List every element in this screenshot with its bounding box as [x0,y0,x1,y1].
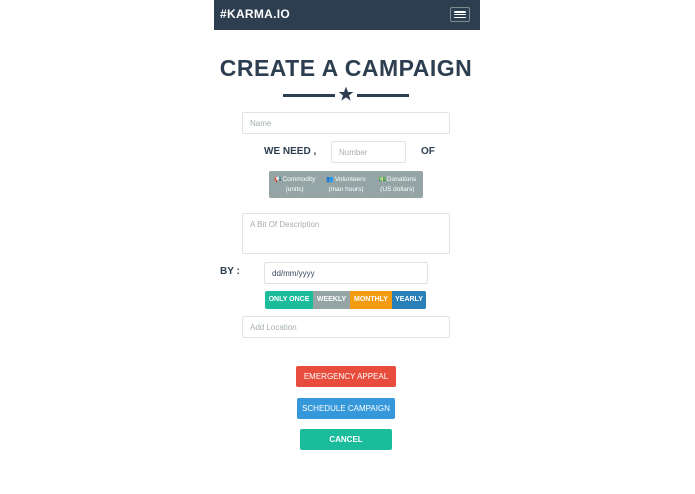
frequency-yearly-button[interactable]: YEARLY [392,291,426,309]
frequency-monthly-button[interactable]: MONTHLY [350,291,392,309]
description-textarea[interactable] [242,213,450,254]
date-input[interactable] [264,262,428,284]
navbar: #KARMA.IO [214,0,480,30]
frequency-weekly-button[interactable]: WEEKLY [313,291,350,309]
star-icon [338,86,354,101]
type-volunteers-button[interactable]: 👥Volunteers (man hours) [320,171,371,198]
page-title: CREATE A CAMPAIGN [219,55,473,81]
by-label: BY : [220,266,240,277]
megaphone-icon: 📢 [273,177,282,183]
money-icon: 💵 [378,177,386,183]
users-icon: 👥 [326,177,334,183]
title-divider [283,86,409,102]
number-input[interactable] [331,141,406,163]
schedule-campaign-button[interactable]: SCHEDULE CAMPAIGN [297,398,395,419]
type-donations-button[interactable]: 💵Donations (US dollars) [372,171,423,198]
frequency-only-once-button[interactable]: ONLY ONCE [265,291,313,309]
of-label: OF [421,146,435,157]
cancel-button[interactable]: CANCEL [300,429,392,450]
hamburger-menu-icon[interactable] [450,7,470,22]
divider-line-right [357,94,409,97]
brand-logo[interactable]: #KARMA.IO [220,7,290,21]
divider-line-left [283,94,335,97]
location-input[interactable] [242,316,450,338]
frequency-group: ONLY ONCE WEEKLY MONTHLY YEARLY [265,291,426,309]
page: #KARMA.IO CREATE A CAMPAIGN WE NEED , OF… [0,0,695,494]
emergency-appeal-button[interactable]: EMERGENCY APPEAL [296,366,396,387]
we-need-label: WE NEED , [264,146,317,157]
type-commodity-button[interactable]: 📢Commodity (units) [269,171,320,198]
campaign-type-group: 📢Commodity (units) 👥Volunteers (man hour… [269,171,423,198]
name-input[interactable] [242,112,450,134]
